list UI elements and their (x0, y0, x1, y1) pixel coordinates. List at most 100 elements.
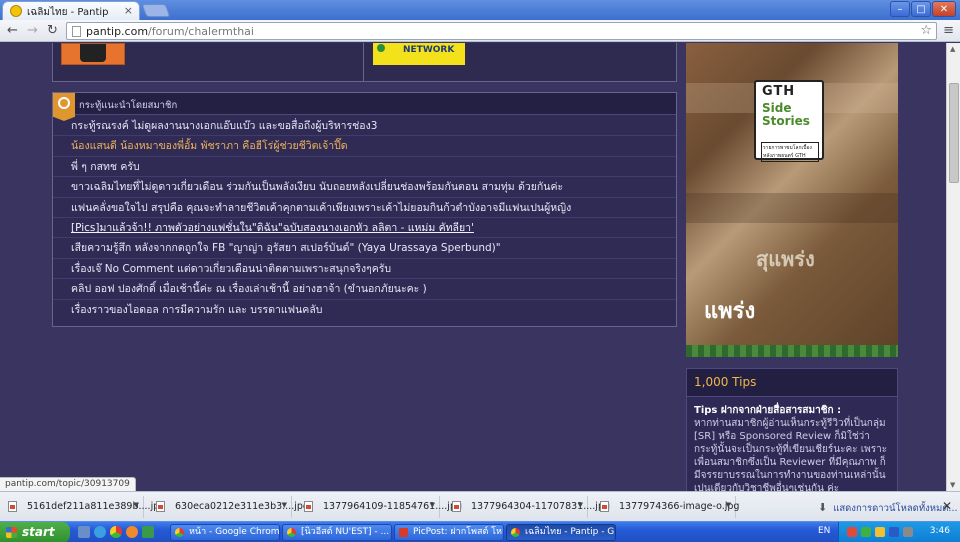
recommended-topic-link[interactable]: เสียความรู้สึก หลังจากกดถูกใจ FB "ญาญ่า … (53, 238, 676, 259)
firefox-icon[interactable] (126, 526, 138, 538)
download-arrow-icon: ⬇ (818, 501, 828, 514)
download-filename: 1377964304-11707831....jpg (471, 501, 611, 512)
download-item[interactable]: 1377964109-11854761....jpg ▼ (296, 496, 462, 518)
chrome-quicklaunch-icon[interactable] (110, 526, 122, 538)
recommended-topic-link[interactable]: [Pics]มาแล้วจ้า!! ภาพตัวอย่างแฟชั่นใน"ดิ… (53, 218, 676, 239)
taskbar-button-label: PicPost: ฝากโพสต์ โหลดรูป... (413, 527, 503, 537)
banner-image-network[interactable]: NETWORK (373, 43, 465, 65)
chrome-icon (511, 528, 520, 537)
address-bar[interactable]: pantip.com/forum/chalermthai ☆ (66, 22, 937, 40)
system-tray: 3:46 (838, 522, 960, 542)
window-controls: – □ ✕ (890, 1, 956, 17)
gth-side-stories-ad[interactable]: GTH Side Stories รายการพาชมโลกเบื้องหลัง… (686, 43, 898, 357)
tray-icon[interactable] (875, 527, 885, 537)
recommended-topic-link[interactable]: คลิป ออฟ ปองศักดิ์ เมื่อเช้านี้ค่ะ ณ เรื… (53, 279, 676, 300)
chevron-down-icon[interactable]: ▼ (430, 501, 435, 509)
recommended-topic-link[interactable]: กระทู้รณรงค์ ไม่ดูผลงานนางเอกแอ๊บแบ๊ว แล… (53, 116, 676, 137)
tray-icon[interactable] (861, 527, 871, 537)
url-path: /forum/chalermthai (148, 25, 254, 38)
ad-bottom-bar (686, 345, 898, 357)
chevron-down-icon[interactable]: ▼ (282, 501, 287, 509)
tips-box: 1,000 Tips Tips ฝากจากฝ่ายสื่อสารสมาชิก … (686, 368, 898, 491)
download-item[interactable]: 1377974366-image-o.jpg ▼ (592, 496, 740, 518)
scroll-down-icon[interactable]: ▼ (950, 481, 955, 489)
download-item[interactable]: 1377964304-11707831....jpg ▼ (444, 496, 610, 518)
taskbar-button-label: เฉลิมไทย - Pantip - G... (525, 527, 616, 537)
taskbar-button[interactable]: หน้า - Google Chrome (170, 524, 280, 541)
back-arrow-icon[interactable]: ← (7, 23, 18, 39)
download-filename: 5161def211a811e389b....jpg (27, 501, 166, 512)
show-all-downloads-link[interactable]: ⬇ แสดงการดาวน์โหลดทั้งหมด... (818, 501, 957, 516)
close-shelf-icon[interactable]: ✕ (942, 499, 952, 513)
start-label: start (22, 525, 55, 539)
page-scrollbar[interactable]: ▲ ▼ (946, 43, 960, 491)
banner-image-left-graphic (80, 44, 106, 62)
scrollbar-thumb[interactable] (949, 83, 959, 183)
tab-close-icon[interactable]: × (124, 4, 133, 17)
bookmark-star-icon[interactable]: ☆ (920, 23, 932, 38)
taskbar-button-label: [นิวอีสต์ NU'EST] - ... (301, 527, 390, 537)
top-banner-box: NETWORK (52, 43, 677, 82)
page-icon (72, 26, 81, 37)
chrome-menu-icon[interactable]: ≡ (943, 23, 954, 38)
reload-icon[interactable]: ↻ (47, 23, 58, 39)
minimize-button[interactable]: – (890, 1, 910, 17)
ad-texture (686, 193, 898, 223)
language-indicator[interactable]: EN (818, 526, 830, 536)
maximize-button[interactable]: □ (911, 1, 931, 17)
tips-text: หากท่านสมาชิกผู้อ่านเห็นกระทู้รีวิวที่เป… (694, 418, 888, 491)
banner-image-left[interactable] (61, 43, 125, 65)
download-filename: 630eca0212e311e3b3....jpg (175, 501, 309, 512)
url-text: pantip.com/forum/chalermthai (86, 25, 254, 38)
browser-tab[interactable]: เฉลิมไทย - Pantip × (2, 1, 140, 20)
show-desktop-icon[interactable] (78, 526, 90, 538)
image-file-icon (600, 501, 609, 512)
stories-text: Stories (762, 114, 810, 128)
forward-arrow-icon[interactable]: → (27, 23, 38, 39)
recommended-title: กระทู้แนะนำโดยสมาชิก (79, 100, 178, 111)
image-file-icon (304, 501, 313, 512)
recommended-topic-link[interactable]: ขาวเฉลิมไทยที่ไม่ดูดาวเกี่ยวเดือน ร่วมกั… (53, 177, 676, 198)
download-shelf: 5161def211a811e389b....jpg ▼ 630eca0212e31… (0, 491, 960, 521)
clock: 3:46 (929, 526, 950, 536)
volume-icon[interactable] (903, 527, 913, 537)
recommended-topic-link[interactable]: เรื่องเจ๊ No Comment แต่ดาวเกี่ยวเดือนน่… (53, 259, 676, 280)
page-content: NETWORK กระทู้แนะนำโดยสมาชิก กระทู้รณรงค… (0, 43, 946, 491)
download-filename: 1377974366-image-o.jpg (619, 501, 740, 512)
taskbar-button[interactable]: PicPost: ฝากโพสต์ โหลดรูป... (394, 524, 504, 541)
chevron-down-icon[interactable]: ▼ (726, 501, 731, 509)
close-window-button[interactable]: ✕ (932, 1, 956, 17)
ie-icon[interactable] (94, 526, 106, 538)
download-item[interactable]: 630eca0212e311e3b3....jpg ▼ (148, 496, 309, 518)
banner-divider (363, 43, 364, 81)
ad-title-thai: สุแพร่ง (756, 247, 815, 271)
recommended-topic-link[interactable]: เรื่องราวของไอดอล การมีความรัก และ บรรดา… (53, 300, 676, 320)
show-all-label: แสดงการดาวน์โหลดทั้งหมด... (833, 503, 958, 514)
logo-subtitle: รายการพาชมโลกเบื้องหลังภาพยนตร์ GTH (761, 142, 819, 162)
recommended-topic-link[interactable]: พี่ ๆ กสทช ครับ (53, 157, 676, 178)
windows-flag-icon (6, 527, 17, 538)
recommended-header: กระทู้แนะนำโดยสมาชิก (53, 93, 676, 121)
tips-body: Tips ฝากจากฝ่ายสื่อสารสมาชิก : หากท่านสม… (687, 397, 897, 491)
recommended-topic-link[interactable]: น้องแสนดี น้องหมาของพี่อั้ม พัชราภา คือฮ… (53, 136, 676, 157)
recommended-topic-link[interactable]: แฟนคลั่งขอใจไป สรุปคือ คุณจะทำลายชีวิตเค… (53, 198, 676, 218)
chrome-icon (175, 528, 184, 537)
tray-icon[interactable] (847, 527, 857, 537)
browser-toolbar: ← → ↻ pantip.com/forum/chalermthai ☆ ≡ (0, 20, 960, 42)
start-button[interactable]: start (0, 522, 70, 542)
tray-icon[interactable] (889, 527, 899, 537)
new-tab-button[interactable] (141, 4, 171, 17)
app-icon[interactable] (142, 526, 154, 538)
chevron-down-icon[interactable]: ▼ (134, 501, 139, 509)
picpost-icon (399, 528, 408, 537)
taskbar-button[interactable]: [นิวอีสต์ NU'EST] - ... (282, 524, 392, 541)
taskbar-button[interactable]: เฉลิมไทย - Pantip - G... (506, 524, 616, 541)
download-item[interactable]: 5161def211a811e389b....jpg ▼ (0, 496, 165, 518)
tips-title[interactable]: 1,000 Tips (687, 369, 897, 397)
chevron-down-icon[interactable]: ▼ (578, 501, 583, 509)
title-bar: เฉลิมไทย - Pantip × – □ ✕ (0, 0, 960, 20)
recommended-list: กระทู้รณรงค์ ไม่ดูผลงานนางเอกแอ๊บแบ๊ว แล… (53, 116, 676, 320)
tips-heading: Tips ฝากจากฝ่ายสื่อสารสมาชิก : (694, 405, 842, 416)
url-host: pantip.com (86, 25, 149, 38)
scroll-up-icon[interactable]: ▲ (950, 45, 955, 53)
